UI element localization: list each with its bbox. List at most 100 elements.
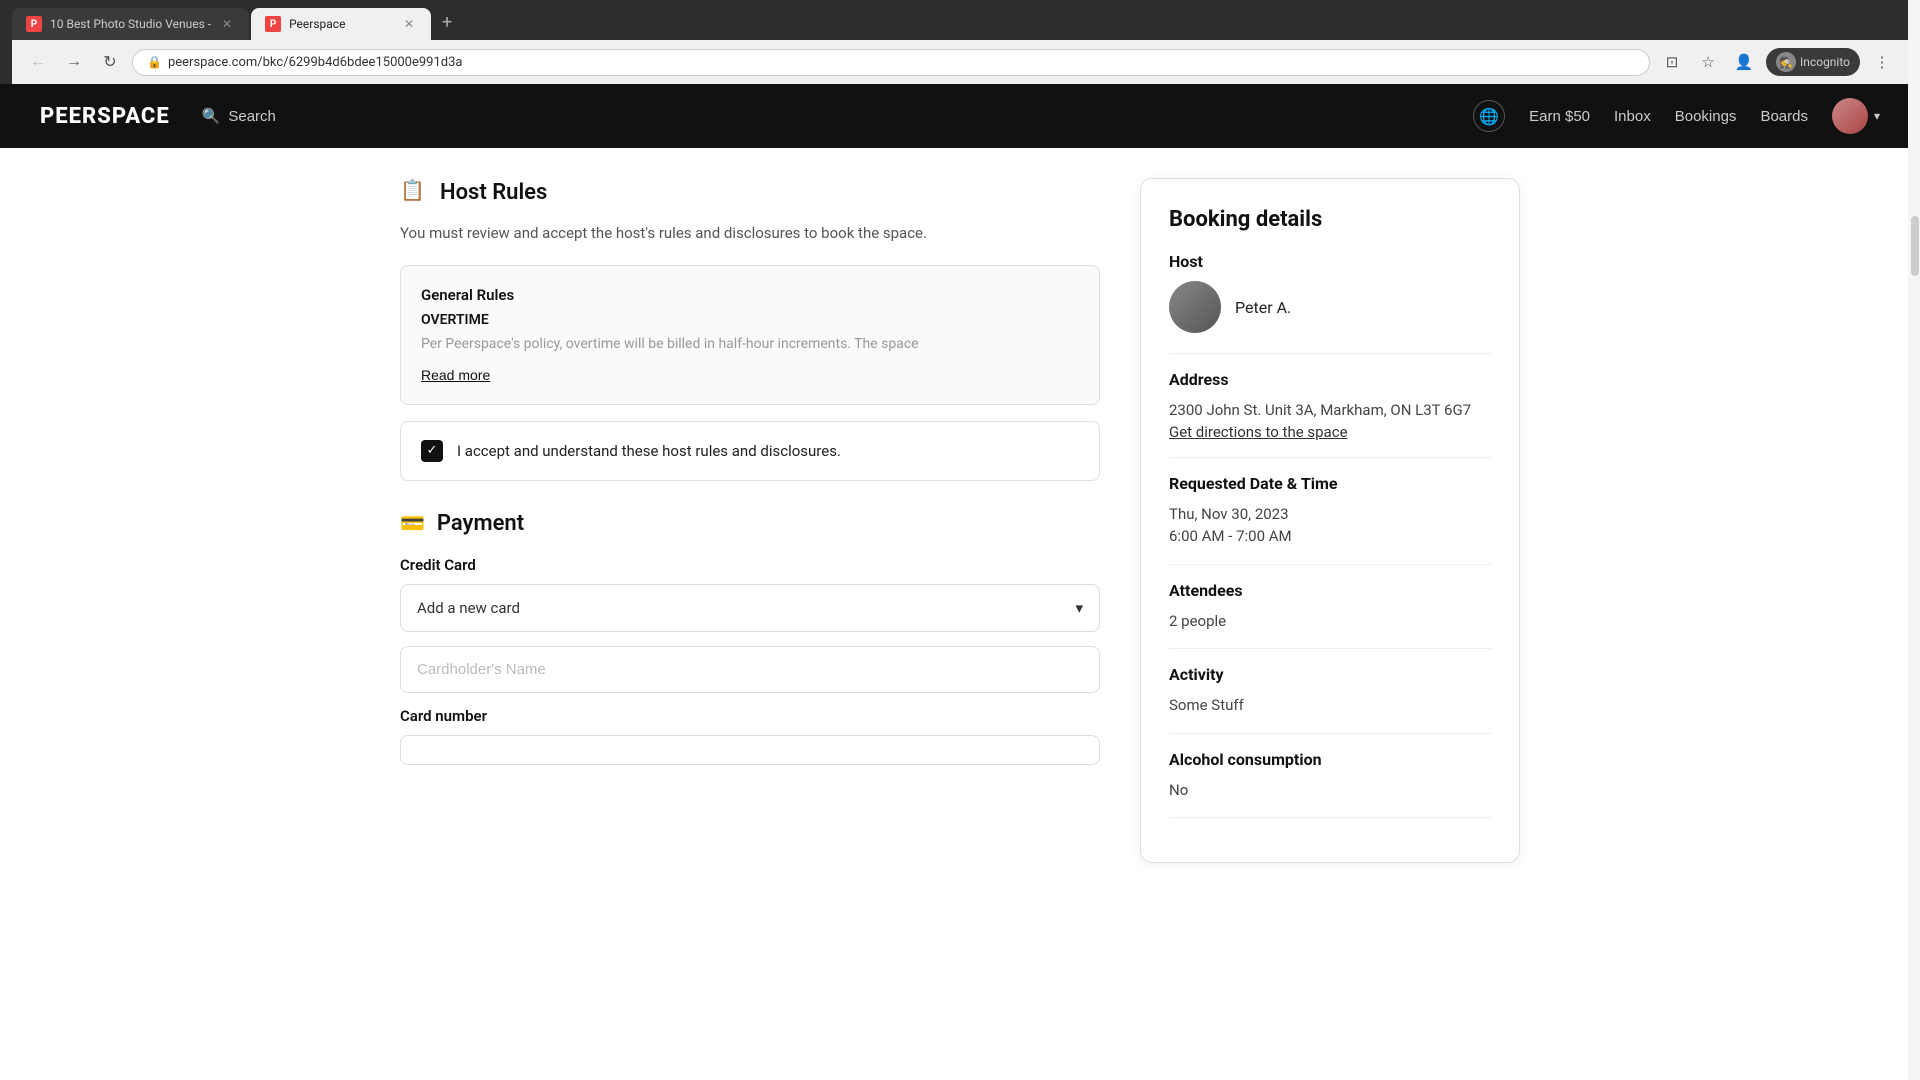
card-number-label: Card number xyxy=(400,707,1100,725)
search-label: Search xyxy=(228,108,276,125)
alcohol-value: No xyxy=(1169,779,1491,802)
profile-button[interactable]: 👤 xyxy=(1730,48,1758,76)
tab-favicon-2: P xyxy=(265,16,281,32)
bookings-link[interactable]: Bookings xyxy=(1675,108,1737,125)
incognito-button[interactable]: 🕵 Incognito xyxy=(1766,48,1860,76)
datetime-row: Requested Date & Time Thu, Nov 30, 2023 … xyxy=(1169,474,1491,548)
tab-favicon-1: P xyxy=(26,16,42,32)
chevron-down-icon: ▾ xyxy=(1874,109,1880,123)
attendees-row: Attendees 2 people xyxy=(1169,581,1491,633)
checkbox-label: I accept and understand these host rules… xyxy=(457,442,841,460)
toolbar-right: ⊡ ☆ 👤 🕵 Incognito ⋮ xyxy=(1658,48,1896,76)
browser-tab-1[interactable]: P 10 Best Photo Studio Venues - ✕ xyxy=(12,8,249,40)
site-logo[interactable]: PEERSPACE xyxy=(40,104,170,129)
overtime-text: Per Peerspace's policy, overtime will be… xyxy=(421,334,1079,355)
host-rules-section: 📋 Host Rules You must review and accept … xyxy=(400,178,1100,481)
get-directions-link[interactable]: Get directions to the space xyxy=(1169,423,1348,441)
time-value: 6:00 AM - 7:00 AM xyxy=(1169,525,1491,548)
address-text: peerspace.com/bkc/6299b4d6bdee15000e991d… xyxy=(168,55,1635,70)
divider2 xyxy=(1169,457,1491,458)
cast-button[interactable]: ⊡ xyxy=(1658,48,1686,76)
header-right: 🌐 Earn $50 Inbox Bookings Boards ▾ xyxy=(1473,98,1880,134)
divider4 xyxy=(1169,648,1491,649)
host-row: Peter A. xyxy=(1169,281,1491,333)
page-content: 📋 Host Rules You must review and accept … xyxy=(360,148,1560,893)
card-select-dropdown[interactable]: Add a new card ▾ xyxy=(400,584,1100,632)
section-subtitle: You must review and accept the host's ru… xyxy=(400,222,1100,245)
credit-card-label: Credit Card xyxy=(400,556,1100,574)
globe-button[interactable]: 🌐 xyxy=(1473,100,1505,132)
rules-icon: 📋 xyxy=(400,178,428,206)
payment-title: Payment xyxy=(437,511,524,536)
activity-label: Activity xyxy=(1169,665,1491,684)
attendees-label: Attendees xyxy=(1169,581,1491,600)
date-value: Thu, Nov 30, 2023 xyxy=(1169,503,1491,526)
check-icon: ✓ xyxy=(427,443,438,458)
sidebar-column: Booking details Host Peter A. Address 23… xyxy=(1140,178,1520,863)
earn-link[interactable]: Earn $50 xyxy=(1529,108,1590,125)
accept-rules-row[interactable]: ✓ I accept and understand these host rul… xyxy=(400,421,1100,481)
forward-button[interactable]: → xyxy=(60,48,88,76)
alcohol-row: Alcohol consumption No xyxy=(1169,750,1491,802)
user-avatar-button[interactable]: ▾ xyxy=(1832,98,1880,134)
address-value: 2300 John St. Unit 3A, Markham, ON L3T 6… xyxy=(1169,399,1491,422)
address-label: Address xyxy=(1169,370,1491,389)
new-tab-button[interactable]: + xyxy=(433,8,461,36)
chevron-down-icon: ▾ xyxy=(1075,599,1083,617)
search-button[interactable]: 🔍 Search xyxy=(202,107,276,125)
host-name: Peter A. xyxy=(1235,298,1291,317)
section-header: 📋 Host Rules xyxy=(400,178,1100,206)
divider3 xyxy=(1169,564,1491,565)
accept-checkbox[interactable]: ✓ xyxy=(421,440,443,462)
user-avatar xyxy=(1832,98,1868,134)
payment-icon: 💳 xyxy=(400,511,425,535)
address-bar[interactable]: 🔒 peerspace.com/bkc/6299b4d6bdee15000e99… xyxy=(132,49,1650,76)
divider5 xyxy=(1169,733,1491,734)
card-select-value: Add a new card xyxy=(417,599,520,617)
cardholder-name-input[interactable] xyxy=(400,646,1100,693)
browser-toolbar: ← → ↻ 🔒 peerspace.com/bkc/6299b4d6bdee15… xyxy=(12,40,1908,84)
host-avatar xyxy=(1169,281,1221,333)
browser-tabs: P 10 Best Photo Studio Venues - ✕ P Peer… xyxy=(12,8,1908,40)
incognito-label: Incognito xyxy=(1800,55,1850,69)
rules-box: General Rules OVERTIME Per Peerspace's p… xyxy=(400,265,1100,405)
browser-tab-2[interactable]: P Peerspace ✕ xyxy=(251,8,431,40)
booking-card: Booking details Host Peter A. Address 23… xyxy=(1140,178,1520,863)
search-icon: 🔍 xyxy=(202,107,221,125)
tab-title-2: Peerspace xyxy=(289,17,393,31)
booking-title: Booking details xyxy=(1169,207,1491,232)
reload-button[interactable]: ↻ xyxy=(96,48,124,76)
activity-value: Some Stuff xyxy=(1169,694,1491,717)
read-more-button[interactable]: Read more xyxy=(421,367,490,383)
inbox-link[interactable]: Inbox xyxy=(1614,108,1651,125)
main-column: 📋 Host Rules You must review and accept … xyxy=(400,178,1100,863)
card-number-input-wrapper[interactable] xyxy=(400,735,1100,765)
back-button[interactable]: ← xyxy=(24,48,52,76)
divider xyxy=(1169,353,1491,354)
datetime-label: Requested Date & Time xyxy=(1169,474,1491,493)
payment-section: 💳 Payment Credit Card Add a new card ▾ C… xyxy=(400,511,1100,765)
address-row: Address 2300 John St. Unit 3A, Markham, … xyxy=(1169,370,1491,441)
site-header: PEERSPACE 🔍 Search 🌐 Earn $50 Inbox Book… xyxy=(0,84,1920,148)
tab-title-1: 10 Best Photo Studio Venues - xyxy=(50,17,211,31)
incognito-icon: 🕵 xyxy=(1776,52,1796,72)
menu-button[interactable]: ⋮ xyxy=(1868,48,1896,76)
scrollbar-track[interactable] xyxy=(1908,0,1920,1080)
activity-row: Activity Some Stuff xyxy=(1169,665,1491,717)
host-label: Host xyxy=(1169,252,1491,271)
attendees-value: 2 people xyxy=(1169,610,1491,633)
scrollbar-thumb[interactable] xyxy=(1911,216,1919,276)
section-title: Host Rules xyxy=(440,180,547,205)
overtime-title: OVERTIME xyxy=(421,312,1079,328)
tab-close-2[interactable]: ✕ xyxy=(401,16,417,32)
lock-icon: 🔒 xyxy=(147,55,162,69)
alcohol-label: Alcohol consumption xyxy=(1169,750,1491,769)
boards-link[interactable]: Boards xyxy=(1760,108,1808,125)
payment-header: 💳 Payment xyxy=(400,511,1100,536)
browser-chrome: P 10 Best Photo Studio Venues - ✕ P Peer… xyxy=(0,0,1920,84)
bookmark-button[interactable]: ☆ xyxy=(1694,48,1722,76)
general-rules-title: General Rules xyxy=(421,286,1079,304)
avatar-image xyxy=(1832,98,1868,134)
divider6 xyxy=(1169,817,1491,818)
tab-close-1[interactable]: ✕ xyxy=(219,16,235,32)
